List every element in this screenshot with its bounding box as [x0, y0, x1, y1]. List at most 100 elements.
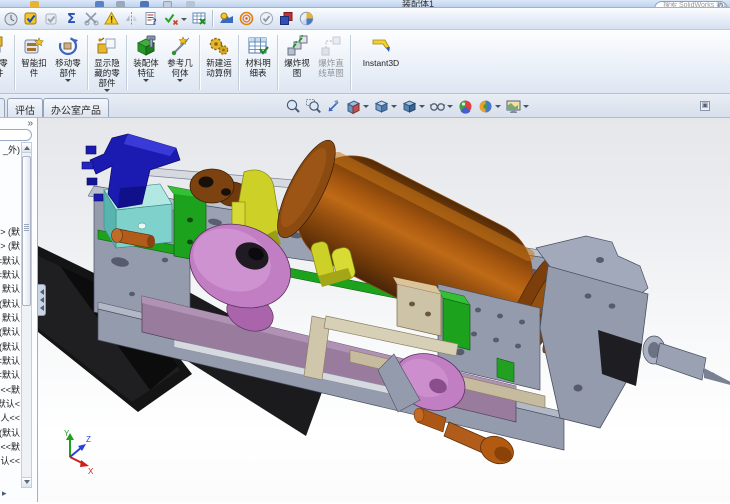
document-title: 装配体1: [402, 0, 435, 8]
tree-filter-box[interactable]: [0, 129, 32, 141]
insert-component-label: 插入零部件: [0, 58, 8, 78]
ribbon-new-motion-study[interactable]: 新建运动算例: [202, 32, 236, 79]
section-view-caret[interactable]: [363, 104, 369, 111]
tab-evaluate[interactable]: 评估: [7, 98, 43, 117]
model-part-right-bracket[interactable]: [535, 235, 730, 429]
zoom-to-fit-icon[interactable]: [283, 97, 303, 115]
assembly-model[interactable]: Y Z X: [38, 118, 730, 502]
explode-line-sketch-icon: [319, 34, 343, 58]
instant3d-icon: [369, 34, 393, 58]
history-clock-icon[interactable]: [1, 9, 21, 29]
scrollbar-thumb[interactable]: [22, 156, 31, 306]
previous-view-icon[interactable]: [323, 97, 343, 115]
search-input[interactable]: 搜索 SolidWorks 帮助: [654, 1, 728, 7]
design-checker-icon[interactable]: [21, 9, 41, 29]
tree-row[interactable]: (默认: [0, 326, 20, 338]
smart-fasteners-glyph: [24, 37, 44, 54]
scroll-down-icon[interactable]: [22, 477, 31, 487]
hide-show-items-caret[interactable]: [447, 104, 453, 111]
view-orientation-icon[interactable]: [371, 97, 391, 115]
tree-row[interactable]: 人<<默: [0, 384, 20, 396]
toolbar-separator: [212, 10, 213, 27]
triad-z-label: Z: [86, 435, 91, 444]
design-table-icon[interactable]: [189, 9, 209, 29]
measure-check-icon[interactable]: [161, 9, 181, 29]
save-icon[interactable]: [30, 1, 39, 7]
display-style-caret[interactable]: [419, 104, 425, 111]
tree-row[interactable]: <默认: [0, 355, 20, 367]
file-properties-icon[interactable]: ?: [141, 9, 161, 29]
rebuild-icon[interactable]: [186, 1, 195, 7]
ribbon-explode-line-sketch[interactable]: 爆炸直线草图: [314, 32, 348, 79]
warning-triangle-icon[interactable]: [101, 9, 121, 29]
tree-row[interactable]: 默认: [0, 283, 20, 295]
scroll-up-icon[interactable]: [22, 143, 31, 153]
print-icon[interactable]: [95, 1, 104, 7]
view-orientation-caret[interactable]: [391, 104, 397, 111]
select-check-icon[interactable]: [41, 9, 61, 29]
tree-row[interactable]: 人<<默: [0, 441, 20, 453]
viewport-canvas[interactable]: Y Z X: [38, 118, 730, 502]
interference-detection-icon[interactable]: [276, 9, 296, 29]
svg-text:?: ?: [152, 18, 157, 27]
tree-row[interactable]: =默认: [0, 269, 20, 281]
search-icon[interactable]: [718, 3, 723, 7]
redo-icon[interactable]: [140, 1, 149, 7]
edit-appearance-icon[interactable]: [455, 97, 475, 115]
tree-expand-icon[interactable]: ▸: [2, 488, 7, 499]
main-area: Y Z X » _外) 1> (默 1> (默 =默认 =默认 默认 (默认 默…: [0, 118, 730, 502]
ribbon-insert-component[interactable]: 插入零部件: [0, 32, 12, 86]
tab-assembly-partial[interactable]: [0, 98, 5, 117]
ribbon-show-hidden-components[interactable]: 显示隐藏的零部件: [90, 32, 124, 93]
check-circle-icon[interactable]: [256, 9, 276, 29]
tree-row[interactable]: <默认: [0, 369, 20, 381]
hide-show-items-icon[interactable]: [427, 97, 447, 115]
ribbon-separator: [238, 35, 239, 90]
simulation-rings-icon[interactable]: [236, 9, 256, 29]
tree-row[interactable]: 默认<: [0, 398, 20, 410]
tree-row[interactable]: 人<<: [0, 412, 20, 424]
ribbon-assembly-features[interactable]: 装配体特征: [129, 32, 163, 86]
model-part-needle[interactable]: [704, 368, 730, 388]
section-pie-icon[interactable]: [296, 9, 316, 29]
mirror-entities-icon[interactable]: [121, 9, 141, 29]
tree-row[interactable]: (默认: [0, 427, 20, 439]
apply-scene-caret[interactable]: [495, 104, 501, 111]
tree-row[interactable]: 1> (默: [0, 226, 20, 238]
command-manager-tabbar: 评估 办公室产品 ▣: [0, 94, 730, 118]
zoom-to-area-icon[interactable]: [303, 97, 323, 115]
tree-row[interactable]: 认<<: [0, 455, 20, 467]
undo-icon[interactable]: [116, 1, 125, 7]
tree-row[interactable]: 默认: [0, 312, 20, 324]
ribbon-smart-fasteners[interactable]: 智能扣件: [17, 32, 51, 79]
tree-row[interactable]: =默认: [0, 255, 20, 267]
tree-scrollbar[interactable]: [21, 142, 32, 488]
panel-splitter-handle[interactable]: [38, 284, 46, 316]
ribbon-collapse-icon[interactable]: ▣: [700, 101, 710, 111]
ribbon-reference-geometry[interactable]: 参考几何体: [163, 32, 197, 86]
triad-y-label: Y: [64, 429, 70, 438]
ribbon-exploded-view[interactable]: 爆炸视图: [280, 32, 314, 79]
view-settings-caret[interactable]: [523, 104, 529, 111]
section-view-icon[interactable]: [343, 97, 363, 115]
ribbon-instant3d[interactable]: Instant3D: [353, 32, 409, 69]
tree-root-row[interactable]: _外): [0, 144, 20, 156]
equations-sigma-icon[interactable]: Σ: [61, 9, 81, 29]
tree-row[interactable]: (默认: [0, 341, 20, 353]
tree-row[interactable]: 1> (默: [0, 240, 20, 252]
view-settings-icon[interactable]: [503, 97, 523, 115]
dropdown-caret[interactable]: [181, 17, 187, 24]
tab-office-products[interactable]: 办公室产品: [43, 98, 109, 117]
motionmanager-icon[interactable]: [216, 9, 236, 29]
apply-scene-icon[interactable]: [475, 97, 495, 115]
new-motion-study-glyph: [209, 37, 229, 55]
tree-row[interactable]: (默认: [0, 298, 20, 310]
trim-entities-icon[interactable]: [81, 9, 101, 29]
insert-component-glyph: [0, 36, 3, 53]
ribbon-separator: [350, 35, 351, 90]
select-icon[interactable]: [163, 1, 172, 7]
display-style-icon[interactable]: [399, 97, 419, 115]
flyout-chevron-icon[interactable]: »: [27, 118, 33, 129]
ribbon-move-component[interactable]: 移动零部件: [51, 32, 85, 86]
ribbon-bill-of-materials[interactable]: 材料明细表: [241, 32, 275, 79]
